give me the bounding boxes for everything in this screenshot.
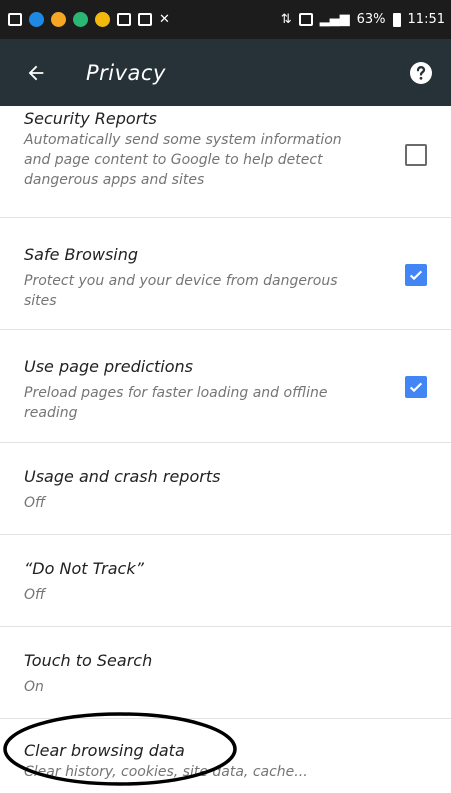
setting-summary: Off: [24, 587, 46, 603]
page-predictions-setting[interactable]: Use page predictions Preload pages for f…: [0, 330, 451, 443]
page-title: Privacy: [86, 60, 166, 85]
battery-icon: [392, 12, 401, 27]
checkmark-icon: [409, 270, 423, 281]
touch-to-search-setting[interactable]: Touch to Search On: [0, 627, 451, 719]
setting-title: “Do Not Track”: [24, 559, 144, 578]
notification-icon: [117, 13, 131, 26]
security-reports-setting[interactable]: Security Reports Automatically send some…: [0, 106, 451, 218]
setting-title: Safe Browsing: [24, 245, 139, 264]
setting-summary: Protect you and your device from dangero…: [24, 273, 338, 309]
setting-summary: Off: [24, 495, 46, 511]
privacy-settings-list: Security Reports Automatically send some…: [0, 106, 451, 793]
message-icon: [8, 13, 22, 26]
notification-icons: ✕: [8, 12, 170, 27]
security-reports-checkbox[interactable]: [405, 144, 427, 166]
setting-title: Usage and crash reports: [24, 467, 221, 486]
status-bar: ✕ ⇅ ▂▄▆ 63% 11:51: [0, 0, 451, 39]
checkmark-icon: [409, 382, 423, 393]
sim-icon: [298, 13, 313, 26]
notification-icon: [138, 13, 152, 26]
safe-browsing-checkbox[interactable]: [405, 264, 427, 286]
data-transfer-icon: ⇅: [280, 12, 292, 27]
setting-summary: Automatically send some system informati…: [24, 132, 342, 188]
setting-summary: Preload pages for faster loading and off…: [24, 385, 328, 421]
help-button[interactable]: [393, 45, 449, 101]
app-icon: [73, 12, 88, 27]
app-icon: [51, 12, 66, 27]
setting-title: Security Reports: [24, 109, 157, 128]
system-icons: ⇅ ▂▄▆ 63% 11:51: [281, 12, 445, 27]
app-toolbar: Privacy: [0, 39, 451, 106]
signal-icon: ▂▄▆: [319, 12, 350, 27]
page-predictions-checkbox[interactable]: [405, 376, 427, 398]
clock: 11:51: [407, 12, 445, 27]
setting-title: Touch to Search: [24, 651, 153, 670]
do-not-track-setting[interactable]: “Do Not Track” Off: [0, 535, 451, 627]
back-button[interactable]: [8, 45, 64, 101]
setting-title: Use page predictions: [24, 357, 193, 376]
setting-title: Clear browsing data: [24, 741, 185, 760]
setting-summary: Clear history, cookies, site data, cache…: [24, 764, 308, 780]
mute-icon: ✕: [159, 12, 170, 27]
app-icon: [29, 12, 44, 27]
setting-summary: On: [24, 679, 44, 695]
arrow-back-icon: [28, 65, 44, 80]
safe-browsing-setting[interactable]: Safe Browsing Protect you and your devic…: [0, 218, 451, 330]
usage-crash-reports-setting[interactable]: Usage and crash reports Off: [0, 443, 451, 535]
help-icon: [410, 61, 432, 84]
battery-percent: 63%: [356, 12, 386, 27]
clear-browsing-data-setting[interactable]: Clear browsing data Clear history, cooki…: [0, 719, 451, 793]
app-icon: [95, 12, 110, 27]
